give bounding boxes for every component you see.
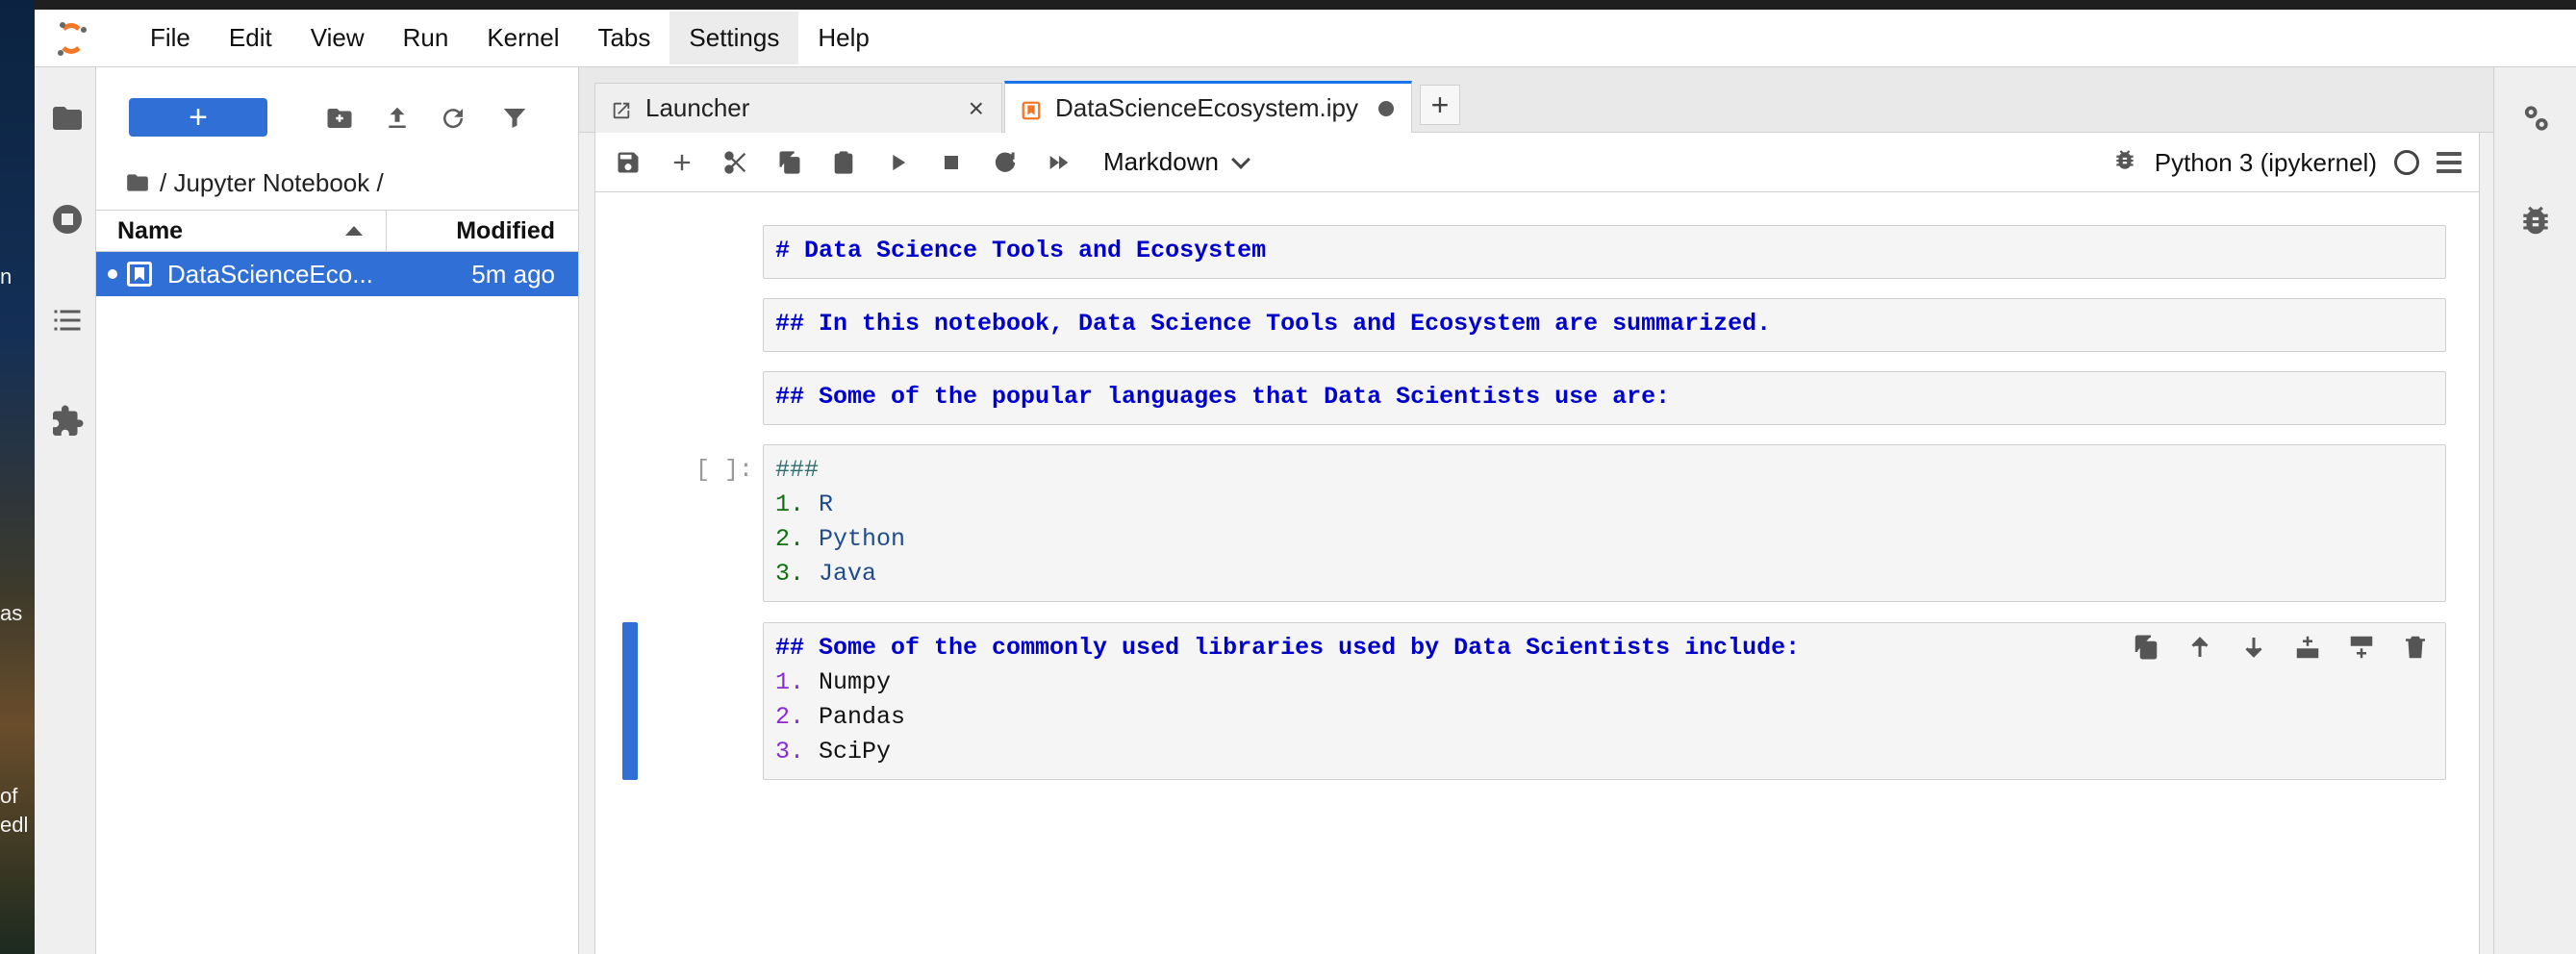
menu-tabs[interactable]: Tabs — [578, 12, 669, 64]
desktop-text: of — [0, 784, 18, 808]
desktop-background: n as of edl — [0, 0, 35, 954]
new-launcher-button[interactable]: + — [129, 98, 267, 137]
folder-icon[interactable] — [50, 101, 85, 136]
file-browser: + / Jupyter Notebook / Name Modified Dat… — [96, 67, 579, 954]
menu-kernel[interactable]: Kernel — [467, 12, 578, 64]
kernel-area: Python 3 (ipykernel) — [2112, 133, 2462, 192]
desktop-text: n — [0, 264, 13, 289]
tab-bar: Launcher × DataScienceEcosystem.ipy + — [579, 67, 2493, 133]
file-modified: 5m ago — [471, 259, 555, 289]
tab-launcher[interactable]: Launcher × — [594, 83, 1002, 133]
code-line: ### — [775, 456, 820, 484]
breadcrumb-path[interactable]: / Jupyter Notebook / — [160, 168, 384, 198]
delete-icon[interactable] — [2399, 631, 2432, 664]
menu-icon[interactable] — [2437, 152, 2462, 173]
close-icon[interactable]: × — [969, 93, 984, 124]
markdown-cell[interactable]: # Data Science Tools and Ecosystem — [763, 225, 2446, 279]
tab-notebook[interactable]: DataScienceEcosystem.ipy — [1004, 81, 1412, 133]
table-of-contents-icon[interactable] — [50, 303, 85, 338]
tab-label: DataScienceEcosystem.ipy — [1055, 93, 1359, 122]
cell-toolbar — [2130, 631, 2432, 664]
list-item: 3. SciPy — [775, 738, 892, 766]
menubar: File Edit View Run Kernel Tabs Settings … — [35, 10, 2576, 67]
cell-type-value: Markdown — [1103, 147, 1219, 176]
main-area: Launcher × DataScienceEcosystem.ipy + Ma… — [579, 67, 2493, 954]
restart-icon[interactable] — [990, 147, 1021, 178]
notebook-panel: Markdown Python 3 (ipykernel) # Data Sci… — [594, 133, 2480, 954]
save-icon[interactable] — [613, 147, 644, 178]
extensions-icon[interactable] — [50, 404, 85, 439]
new-folder-icon[interactable] — [325, 104, 354, 133]
markdown-cell-active[interactable]: ## Some of the commonly used libraries u… — [763, 622, 2446, 780]
notebook-toolbar: Markdown Python 3 (ipykernel) — [595, 133, 2479, 192]
notebook-icon — [127, 262, 152, 287]
copy-icon[interactable] — [774, 147, 805, 178]
left-sidebar — [35, 67, 96, 954]
new-tab-button[interactable]: + — [1420, 85, 1460, 125]
insert-above-icon[interactable] — [2291, 631, 2324, 664]
code-cell[interactable]: ### 1. R 2. Python 3. Java — [763, 444, 2446, 602]
code-line: 1. R — [775, 490, 834, 518]
column-header-modified[interactable]: Modified — [387, 217, 578, 245]
cell-type-dropdown[interactable]: Markdown — [1103, 147, 1250, 177]
notebook-icon — [1021, 98, 1042, 119]
unsaved-changes-icon[interactable] — [1378, 100, 1394, 116]
insert-below-icon[interactable] — [2345, 631, 2378, 664]
code-line: 2. Python — [775, 525, 906, 553]
running-icon[interactable] — [50, 202, 85, 237]
menu-file[interactable]: File — [131, 12, 210, 64]
list-item: 2. Pandas — [775, 703, 906, 731]
running-indicator-icon — [108, 269, 117, 279]
refresh-icon[interactable] — [439, 104, 467, 133]
restart-run-all-icon[interactable] — [1044, 147, 1074, 178]
chevron-down-icon — [1231, 149, 1250, 169]
insert-cell-icon[interactable] — [667, 147, 697, 178]
breadcrumb[interactable]: / Jupyter Notebook / — [96, 156, 578, 210]
cut-icon[interactable] — [720, 147, 751, 178]
markdown-heading: # Data Science Tools and Ecosystem — [775, 237, 1267, 264]
launch-icon — [611, 98, 632, 119]
menu-run[interactable]: Run — [384, 12, 468, 64]
markdown-heading: ## Some of the popular languages that Da… — [775, 383, 1671, 411]
sort-ascending-icon — [345, 226, 363, 236]
desktop-text: as — [0, 601, 23, 625]
code-line: 3. Java — [775, 560, 877, 588]
right-sidebar — [2493, 67, 2576, 954]
markdown-cell[interactable]: ## Some of the popular languages that Da… — [763, 371, 2446, 425]
stop-icon[interactable] — [936, 147, 967, 178]
run-icon[interactable] — [882, 147, 913, 178]
move-down-icon[interactable] — [2237, 631, 2270, 664]
file-browser-toolbar: + — [96, 67, 578, 156]
file-name: DataScienceEco... — [167, 259, 373, 289]
tab-label: Launcher — [645, 93, 750, 122]
folder-icon — [127, 174, 148, 191]
jupyterlab-window: File Edit View Run Kernel Tabs Settings … — [35, 0, 2576, 954]
list-item: 1. Numpy — [775, 668, 892, 696]
notebook-cells: # Data Science Tools and Ecosystem ## In… — [595, 192, 2479, 954]
menu-help[interactable]: Help — [798, 12, 888, 64]
file-row[interactable]: DataScienceEco... 5m ago — [96, 252, 578, 296]
paste-icon[interactable] — [828, 147, 859, 178]
property-inspector-icon[interactable] — [2517, 100, 2554, 137]
menu-settings[interactable]: Settings — [669, 12, 799, 64]
move-up-icon[interactable] — [2184, 631, 2216, 664]
active-cell-indicator — [622, 622, 638, 780]
desktop-text: edl — [0, 813, 29, 837]
markdown-heading: ## In this notebook, Data Science Tools … — [775, 310, 1772, 338]
debugger-icon[interactable] — [2517, 202, 2554, 238]
filter-icon[interactable] — [500, 104, 529, 133]
execution-prompt: [ ]: — [695, 456, 754, 484]
menu-view[interactable]: View — [291, 12, 384, 64]
column-header-name[interactable]: Name — [96, 211, 387, 251]
jupyter-logo-icon — [50, 17, 92, 60]
debugger-icon[interactable] — [2112, 147, 2137, 179]
markdown-cell[interactable]: ## In this notebook, Data Science Tools … — [763, 298, 2446, 352]
duplicate-cell-icon[interactable] — [2130, 631, 2162, 664]
kernel-idle-icon — [2394, 150, 2419, 175]
menu-edit[interactable]: Edit — [210, 12, 291, 64]
upload-icon[interactable] — [383, 104, 412, 133]
kernel-name[interactable]: Python 3 (ipykernel) — [2155, 148, 2377, 178]
file-list-header: Name Modified — [96, 210, 578, 252]
